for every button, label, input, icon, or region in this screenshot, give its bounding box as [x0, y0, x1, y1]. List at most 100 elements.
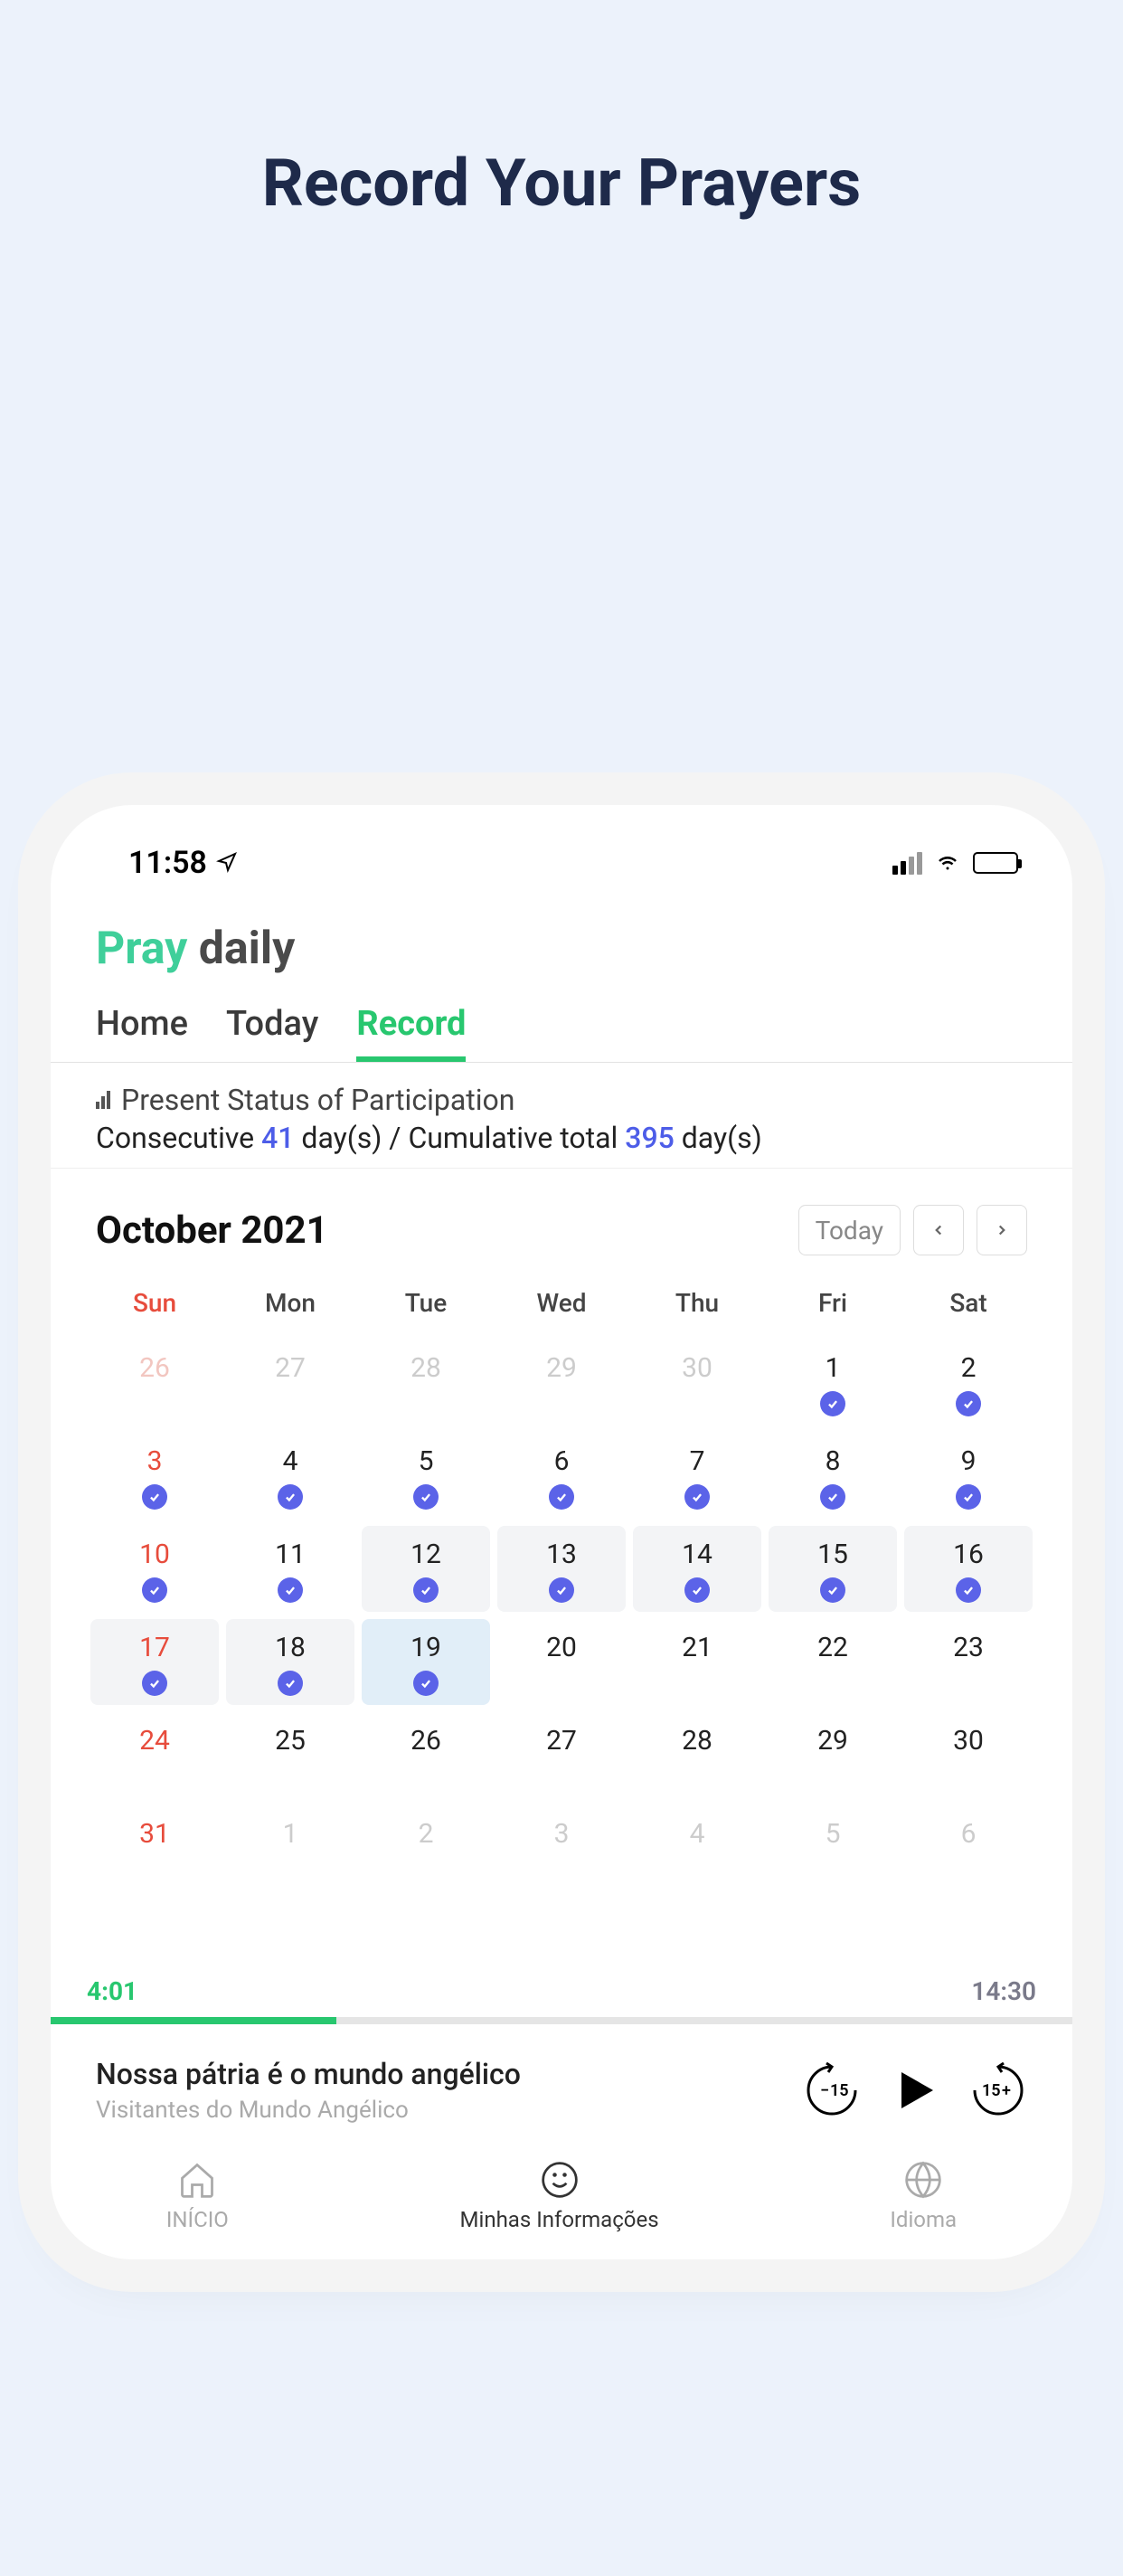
chart-icon: [96, 1091, 110, 1109]
calendar-day[interactable]: 19: [362, 1619, 490, 1705]
dow-header: Mon: [222, 1277, 358, 1336]
calendar-day[interactable]: 17: [90, 1619, 219, 1705]
calendar-day[interactable]: 5: [769, 1805, 897, 1891]
calendar-day[interactable]: 20: [497, 1619, 626, 1705]
check-icon: [684, 1577, 710, 1603]
dow-header: Sat: [901, 1277, 1036, 1336]
month-label: October 2021: [96, 1208, 328, 1253]
calendar-day[interactable]: 8: [769, 1433, 897, 1519]
calendar-day[interactable]: 11: [226, 1526, 354, 1612]
consecutive-unit: day(s): [301, 1121, 382, 1155]
next-month-button[interactable]: [977, 1205, 1027, 1255]
page-heading: Record Your Prayers: [0, 145, 1123, 222]
check-icon: [684, 1484, 710, 1510]
svg-text:15: 15: [830, 2081, 849, 2100]
svg-text:15: 15: [982, 2081, 1001, 2100]
calendar-day[interactable]: 3: [90, 1433, 219, 1519]
track-info: Nossa pátria é o mundo angélico Visitant…: [96, 2057, 521, 2124]
check-icon: [142, 1484, 167, 1510]
check-icon: [820, 1577, 845, 1603]
calendar-day[interactable]: 6: [904, 1805, 1033, 1891]
calendar-day[interactable]: 29: [769, 1712, 897, 1798]
calendar-day[interactable]: 27: [497, 1712, 626, 1798]
calendar-day[interactable]: 7: [633, 1433, 761, 1519]
calendar-day[interactable]: 14: [633, 1526, 761, 1612]
battery-icon: [973, 852, 1018, 874]
calendar-day[interactable]: 1: [769, 1340, 897, 1425]
svg-text:−: −: [820, 2081, 829, 2100]
logo-daily: daily: [199, 923, 296, 975]
tab-bar: Home Today Record: [51, 984, 1072, 1063]
forward-icon: 15 +: [969, 2061, 1027, 2119]
calendar-day[interactable]: 9: [904, 1433, 1033, 1519]
calendar-day[interactable]: 25: [226, 1712, 354, 1798]
check-icon: [278, 1484, 303, 1510]
tab-record[interactable]: Record: [356, 1004, 466, 1062]
nav-home[interactable]: INÍCIO: [166, 2160, 229, 2232]
calendar-day[interactable]: 26: [90, 1340, 219, 1425]
progress-bar[interactable]: [51, 2017, 1072, 2024]
calendar-day[interactable]: 28: [362, 1340, 490, 1425]
calendar-day[interactable]: 13: [497, 1526, 626, 1612]
signal-icon: [892, 852, 922, 875]
calendar-day[interactable]: 23: [904, 1619, 1033, 1705]
calendar-header: October 2021 Today: [51, 1169, 1072, 1277]
dow-header: Tue: [358, 1277, 494, 1336]
nav-language-label: Idioma: [890, 2207, 957, 2232]
calendar-day[interactable]: 22: [769, 1619, 897, 1705]
check-icon: [549, 1484, 574, 1510]
tab-today[interactable]: Today: [226, 1004, 318, 1062]
calendar-day[interactable]: 2: [362, 1805, 490, 1891]
dow-header: Fri: [765, 1277, 901, 1336]
check-icon: [142, 1577, 167, 1603]
rewind-15-button[interactable]: − 15: [803, 2061, 861, 2119]
check-icon: [956, 1391, 981, 1416]
today-button[interactable]: Today: [798, 1205, 901, 1255]
track-subtitle: Visitantes do Mundo Angélico: [96, 2097, 521, 2124]
tab-home[interactable]: Home: [96, 1004, 188, 1062]
check-icon: [413, 1484, 439, 1510]
check-icon: [142, 1671, 167, 1696]
calendar-day[interactable]: 21: [633, 1619, 761, 1705]
dow-header: Thu: [629, 1277, 765, 1336]
calendar-day[interactable]: 29: [497, 1340, 626, 1425]
calendar-day[interactable]: 4: [633, 1805, 761, 1891]
calendar-day[interactable]: 2: [904, 1340, 1033, 1425]
calendar-day[interactable]: 1: [226, 1805, 354, 1891]
calendar-day[interactable]: 10: [90, 1526, 219, 1612]
cumulative-value: 395: [625, 1121, 675, 1155]
phone-mockup: 11:58 Pray daily HomeTodayRecord Present…: [51, 805, 1072, 2259]
calendar-day[interactable]: 4: [226, 1433, 354, 1519]
home-icon: [177, 2160, 217, 2200]
calendar-grid: SunMonTueWedThuFriSat2627282930123456789…: [51, 1277, 1072, 1922]
calendar-day[interactable]: 12: [362, 1526, 490, 1612]
play-button[interactable]: [888, 2063, 942, 2117]
status-bar: 11:58: [51, 827, 1072, 899]
calendar-day[interactable]: 24: [90, 1712, 219, 1798]
check-icon: [820, 1484, 845, 1510]
calendar-day[interactable]: 30: [904, 1712, 1033, 1798]
calendar-day[interactable]: 31: [90, 1805, 219, 1891]
calendar-day[interactable]: 6: [497, 1433, 626, 1519]
dow-header: Wed: [494, 1277, 629, 1336]
calendar-day[interactable]: 27: [226, 1340, 354, 1425]
calendar-day[interactable]: 3: [497, 1805, 626, 1891]
calendar-day[interactable]: 16: [904, 1526, 1033, 1612]
calendar-day[interactable]: 26: [362, 1712, 490, 1798]
check-icon: [413, 1671, 439, 1696]
total-time: 14:30: [971, 1976, 1036, 2006]
calendar-day[interactable]: 30: [633, 1340, 761, 1425]
stats-detail: Consecutive 41 day(s) / Cumulative total…: [96, 1121, 1027, 1155]
prev-month-button[interactable]: [913, 1205, 964, 1255]
calendar-day[interactable]: 5: [362, 1433, 490, 1519]
calendar-day[interactable]: 18: [226, 1619, 354, 1705]
playback-progress: 4:01 14:30: [51, 1976, 1072, 2024]
app-header: Pray daily: [51, 899, 1072, 984]
nav-my-info[interactable]: Minhas Informações: [460, 2160, 659, 2232]
nav-language[interactable]: Idioma: [890, 2160, 957, 2232]
track-title: Nossa pátria é o mundo angélico: [96, 2057, 521, 2091]
calendar-day[interactable]: 15: [769, 1526, 897, 1612]
stats-separator: /: [389, 1121, 401, 1155]
calendar-day[interactable]: 28: [633, 1712, 761, 1798]
forward-15-button[interactable]: 15 +: [969, 2061, 1027, 2119]
